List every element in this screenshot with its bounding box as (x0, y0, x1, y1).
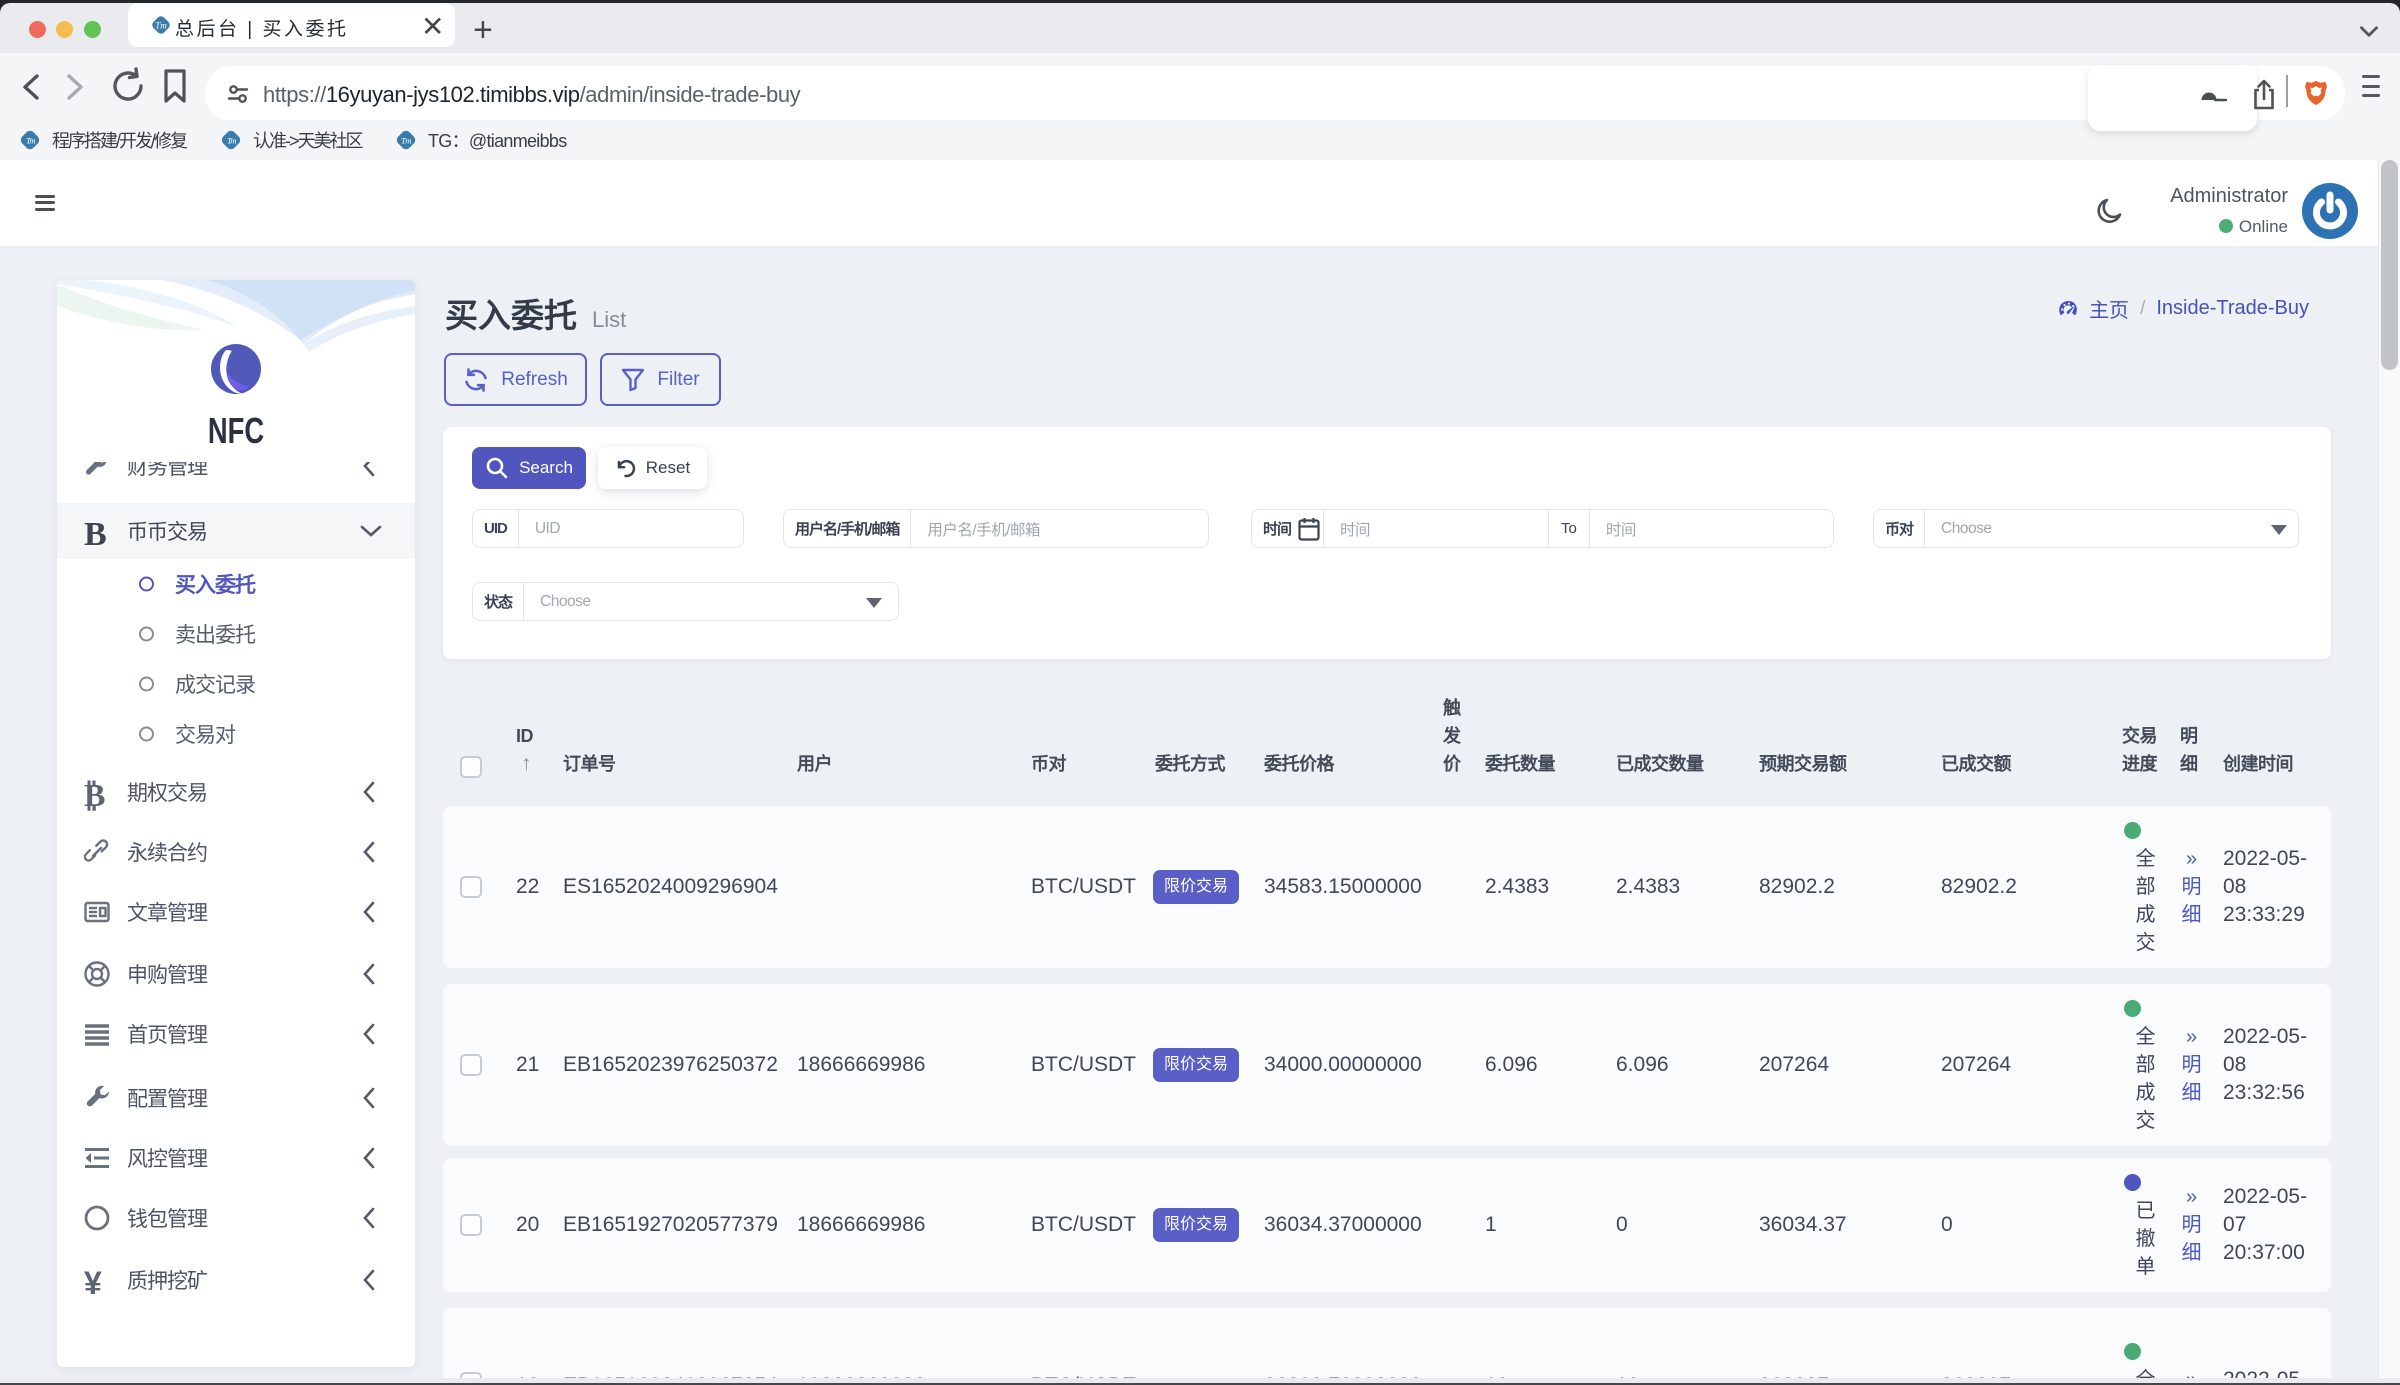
svg-text:Tm: Tm (155, 21, 167, 31)
svg-text:Tm: Tm (401, 136, 411, 146)
svg-text:Tm: Tm (227, 136, 236, 146)
svg-text:Tm: Tm (26, 136, 35, 146)
